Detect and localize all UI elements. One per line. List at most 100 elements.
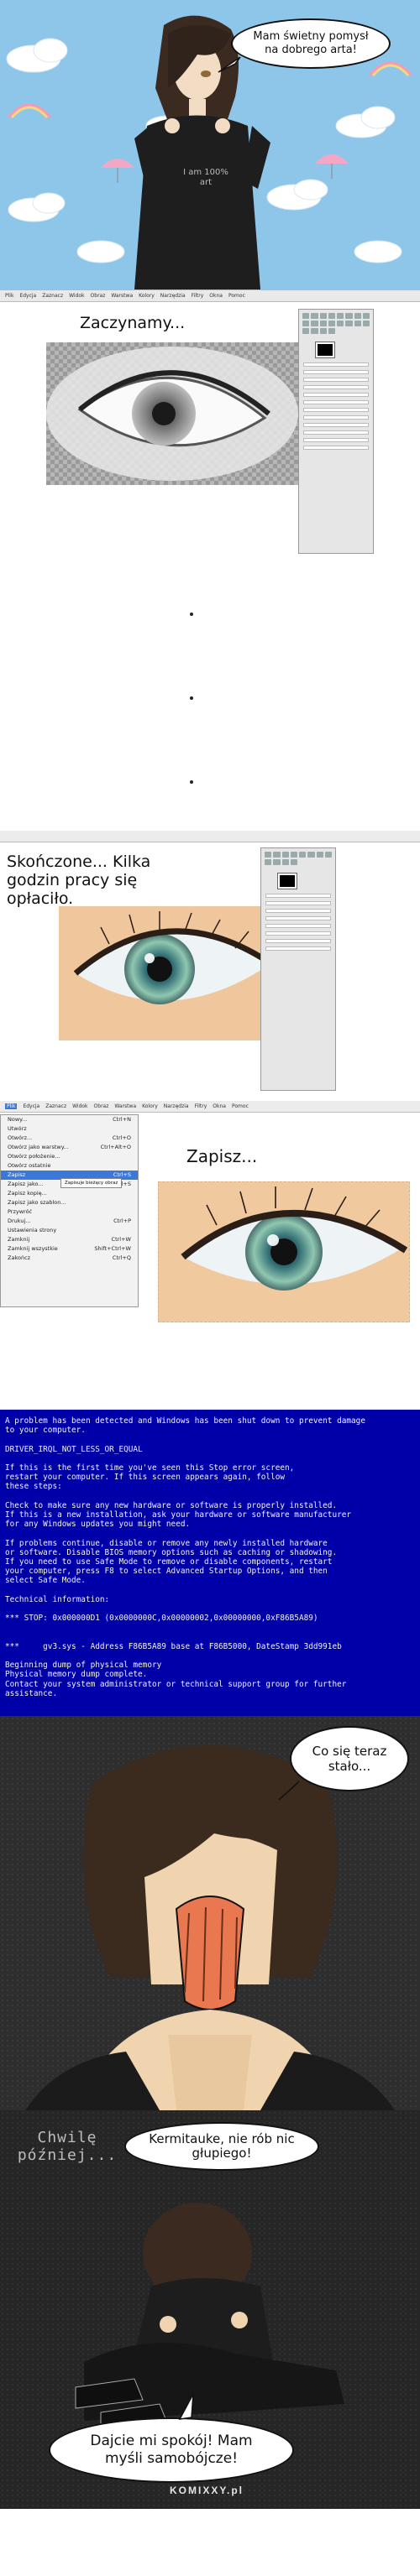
menu-item[interactable]: Obraz xyxy=(91,293,106,299)
file-menu-item[interactable]: Zamknij wszystkie Shift+Ctrl+W xyxy=(1,1244,138,1254)
panel-1: I am 100% art Mam świetny pomysł na dobr… xyxy=(0,0,420,302)
tool-icon[interactable] xyxy=(302,313,310,319)
gimp-menubar: Plik Edycja Zaznacz Widok Obraz Warstwa … xyxy=(0,1101,420,1113)
tool-icon[interactable] xyxy=(328,328,335,334)
file-menu-item[interactable]: Utwórz xyxy=(1,1124,138,1134)
menu-item[interactable]: Pomoc xyxy=(232,1103,249,1109)
panel-3: Skończone... Kilka godzin pracy się opła… xyxy=(0,831,420,1099)
tool-icon[interactable] xyxy=(281,859,289,865)
tool-icon[interactable] xyxy=(354,321,361,326)
menu-item[interactable]: Kolory xyxy=(142,1103,158,1109)
file-menu-item[interactable]: Zapisz kopię... xyxy=(1,1189,138,1198)
tool-icon[interactable] xyxy=(316,852,323,858)
tool-icon[interactable] xyxy=(319,313,327,319)
menu-item[interactable]: Warstwa xyxy=(111,293,133,299)
tool-icon[interactable] xyxy=(281,852,289,858)
finished-eye xyxy=(158,1181,410,1322)
tool-icon[interactable] xyxy=(290,859,297,865)
file-menu-item[interactable]: Otwórz... Ctrl+O xyxy=(1,1134,138,1143)
eye-sketch xyxy=(46,342,298,485)
speech-text: Dajcie mi spokój! Mam myśli samobójcze! xyxy=(90,2433,253,2467)
dot xyxy=(190,780,193,784)
menu-item[interactable]: Pomoc xyxy=(228,293,245,299)
menu-item-file[interactable]: Plik xyxy=(5,1103,18,1109)
tool-icon[interactable] xyxy=(290,852,297,858)
gimp-menubar: Plik Edycja Zaznacz Widok Obraz Warstwa … xyxy=(0,290,420,302)
tool-icon[interactable] xyxy=(265,859,272,865)
menu-item[interactable]: Kolory xyxy=(139,293,155,299)
caption: Zaczynamy... xyxy=(80,314,186,332)
file-menu-item[interactable]: Nowy... Ctrl+N xyxy=(1,1115,138,1124)
menu-item[interactable]: Narzędzia xyxy=(164,1103,189,1109)
menu-item[interactable]: Okna xyxy=(209,293,223,299)
file-menu-item[interactable]: Zamknij Ctrl+W xyxy=(1,1235,138,1244)
tool-icon[interactable] xyxy=(307,852,315,858)
menu-item[interactable]: Filtry xyxy=(195,1103,207,1109)
panel-2: Zaczynamy... xyxy=(0,302,420,571)
colored-eye xyxy=(59,906,273,1040)
tool-icon[interactable] xyxy=(345,313,353,319)
menu-item[interactable]: Zaznacz xyxy=(42,293,63,299)
dot xyxy=(190,696,193,700)
tool-icon[interactable] xyxy=(345,321,353,326)
menu-item[interactable]: Narzędzia xyxy=(160,293,186,299)
tool-icon[interactable] xyxy=(362,313,370,319)
narration: Chwilę później... xyxy=(17,2129,118,2164)
menu-item[interactable]: Warstwa xyxy=(114,1103,136,1109)
color-swatch[interactable] xyxy=(277,873,297,889)
tool-icon[interactable] xyxy=(337,321,344,326)
tool-icon[interactable] xyxy=(354,313,361,319)
tool-icon[interactable] xyxy=(302,321,310,326)
tool-icon[interactable] xyxy=(328,321,335,326)
speech-text: Kermitauke, nie rób nic głupiego! xyxy=(149,2131,295,2161)
tool-grid xyxy=(299,310,373,337)
file-menu-item[interactable]: Zapisz jako szablon... xyxy=(1,1198,138,1207)
speech-bubble: Mam świetny pomysł na dobrego arta! xyxy=(231,18,391,69)
menu-item[interactable]: Widok xyxy=(72,1103,87,1109)
panel-6: Co się teraz stało... xyxy=(0,1716,420,2110)
file-menu-item[interactable]: Przywróć xyxy=(1,1207,138,1217)
file-menu-item[interactable]: Zakończ Ctrl+Q xyxy=(1,1254,138,1263)
speech-bubble-bottom: Dajcie mi spokój! Mam myśli samobójcze! xyxy=(49,2417,294,2483)
tool-icon[interactable] xyxy=(299,852,307,858)
site-watermark: KOMIXXY.pl xyxy=(170,2485,244,2496)
dot xyxy=(190,613,193,616)
file-menu-item[interactable]: Drukuj... Ctrl+P xyxy=(1,1217,138,1226)
gimp-menubar xyxy=(0,831,420,842)
menu-item[interactable]: Edycja xyxy=(23,1103,39,1109)
file-menu-dropdown: Nowy... Ctrl+N Utwórz Otwórz... Ctrl+O Otw… xyxy=(0,1114,139,1307)
tool-grid xyxy=(261,848,335,868)
file-menu-item[interactable]: Otwórz położenie... xyxy=(1,1152,138,1161)
tool-icon[interactable] xyxy=(273,859,281,865)
caption: Skończone... Kilka godzin pracy się opła… xyxy=(7,853,151,908)
tool-icon[interactable] xyxy=(319,328,327,334)
file-menu-item[interactable]: Ustawienia strony xyxy=(1,1226,138,1235)
menu-item[interactable]: Plik xyxy=(5,293,13,299)
speech-tail xyxy=(178,2393,194,2420)
speech-text: Mam świetny pomysł na dobrego arta! xyxy=(253,30,369,56)
gimp-toolbox xyxy=(260,847,336,1091)
menu-item[interactable]: Zaznacz xyxy=(45,1103,66,1109)
file-menu-item[interactable]: Otwórz ostatnie xyxy=(1,1161,138,1171)
tool-icon[interactable] xyxy=(265,852,272,858)
tool-icon[interactable] xyxy=(362,321,370,326)
menu-item[interactable]: Obraz xyxy=(94,1103,109,1109)
tool-icon[interactable] xyxy=(302,328,310,334)
tool-icon[interactable] xyxy=(311,321,318,326)
panel-5-bsod: A problem has been detected and Windows … xyxy=(0,1410,420,1716)
tool-icon[interactable] xyxy=(311,313,318,319)
menu-item[interactable]: Edycja xyxy=(19,293,36,299)
caption: Zapisz... xyxy=(186,1146,258,1166)
tool-icon[interactable] xyxy=(273,852,281,858)
color-swatch[interactable] xyxy=(315,342,335,358)
menu-item[interactable]: Filtry xyxy=(192,293,204,299)
ellipsis-dots xyxy=(0,571,420,831)
tool-icon[interactable] xyxy=(311,328,318,334)
menu-item[interactable]: Okna xyxy=(213,1103,226,1109)
file-menu-item[interactable]: Otwórz jako warstwy... Ctrl+Alt+O xyxy=(1,1143,138,1152)
tool-icon[interactable] xyxy=(328,313,335,319)
tool-icon[interactable] xyxy=(337,313,344,319)
tool-icon[interactable] xyxy=(319,321,327,326)
menu-item[interactable]: Widok xyxy=(69,293,84,299)
tool-icon[interactable] xyxy=(324,852,332,858)
